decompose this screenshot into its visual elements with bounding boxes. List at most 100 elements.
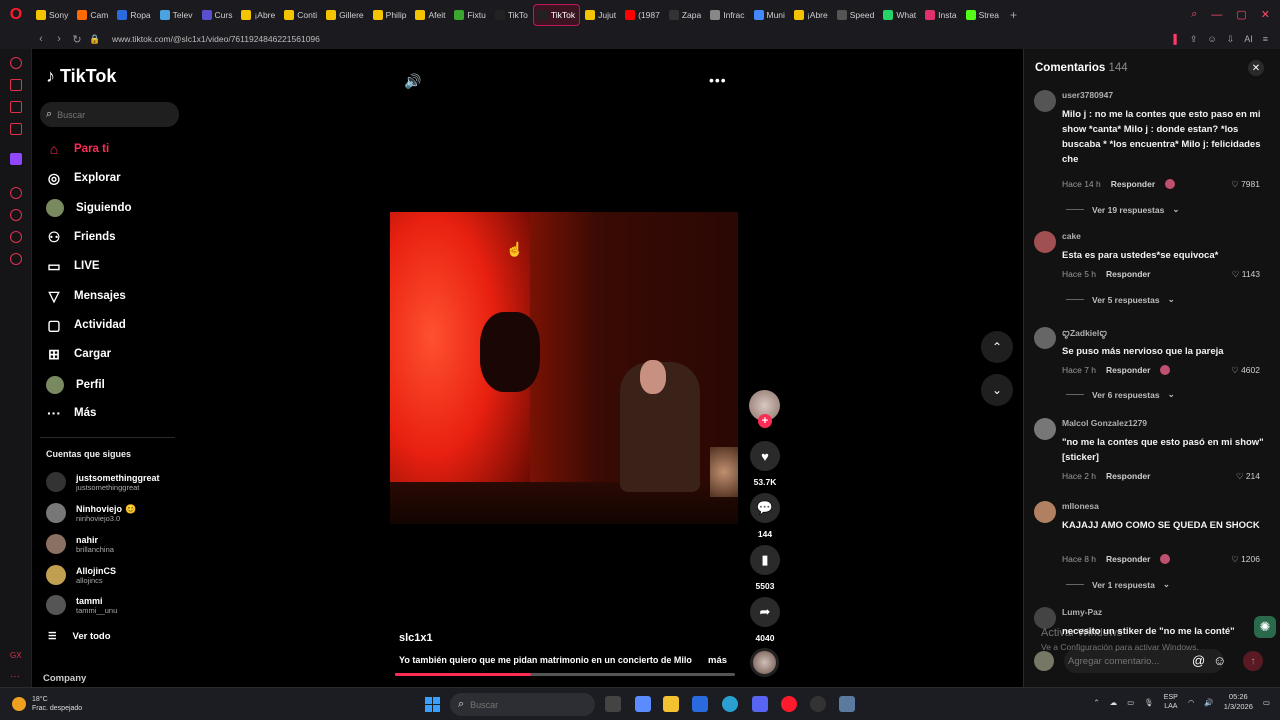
- settings-taskbar-icon[interactable]: [839, 696, 855, 712]
- follow-plus-icon[interactable]: +: [758, 414, 772, 428]
- volume-tray-icon[interactable]: 🔊: [1204, 698, 1213, 707]
- avatar[interactable]: [1034, 501, 1056, 523]
- browser-tab[interactable]: ¡Abre: [237, 4, 279, 26]
- bookmark-icon[interactable]: ▌: [1174, 34, 1180, 44]
- share-action[interactable]: ➦ 4040: [749, 597, 781, 643]
- browser-tab[interactable]: Afeit: [411, 4, 449, 26]
- app-icon[interactable]: [810, 696, 826, 712]
- windows-start-icon[interactable]: [425, 697, 440, 712]
- video-author[interactable]: slc1x1: [399, 632, 433, 644]
- sidebar-more-icon[interactable]: ···: [10, 671, 20, 682]
- save-action[interactable]: ▮ 5503: [749, 545, 781, 591]
- comment-input[interactable]: [1068, 655, 1188, 667]
- send-comment-button[interactable]: ↑: [1243, 651, 1263, 671]
- nav-item-más[interactable]: ··· Más: [46, 405, 96, 421]
- comment-like[interactable]: ♡ 7981: [1231, 179, 1260, 190]
- forward-button[interactable]: ›: [50, 33, 68, 45]
- sidebar-mail-icon[interactable]: [10, 101, 22, 113]
- comment-username[interactable]: Malcol Gonzalez1279: [1062, 418, 1147, 428]
- view-replies-button[interactable]: Ver 5 respuestas ⌄: [1066, 294, 1175, 305]
- copilot-icon[interactable]: [635, 696, 651, 712]
- reply-button[interactable]: Responder: [1106, 269, 1150, 279]
- volume-icon[interactable]: 🔊: [404, 73, 421, 90]
- opera-menu-icon[interactable]: O: [0, 0, 32, 29]
- emoji-icon[interactable]: ☺: [1213, 653, 1226, 668]
- browser-tab[interactable]: Insta: [921, 4, 960, 26]
- network-icon[interactable]: ▭: [1127, 698, 1134, 707]
- avatar[interactable]: [1034, 90, 1056, 112]
- comment-username[interactable]: Lumy-Paz: [1062, 607, 1102, 617]
- nav-item-actividad[interactable]: ▢ Actividad: [46, 317, 125, 333]
- comment-username[interactable]: mllonesa: [1062, 501, 1099, 511]
- mic-icon[interactable]: 🎙: [1144, 698, 1154, 707]
- nav-item-cargar[interactable]: ⊞ Cargar: [46, 346, 111, 362]
- share-icon[interactable]: ⇪: [1190, 34, 1198, 45]
- browser-menu-icon[interactable]: ≡: [1263, 34, 1268, 44]
- edge-icon[interactable]: [722, 696, 738, 712]
- share-arrow-icon[interactable]: ➦: [750, 597, 780, 627]
- taskbar-search-input[interactable]: [470, 699, 541, 710]
- browser-tab[interactable]: What: [879, 4, 920, 26]
- comment-username[interactable]: ꨄZadkielꨄ: [1062, 327, 1107, 339]
- language-indicator[interactable]: ESP LAA: [1164, 693, 1178, 711]
- browser-tab[interactable]: Curs: [198, 4, 237, 26]
- twitch-icon[interactable]: [10, 153, 22, 165]
- notifications-icon[interactable]: ▭: [1263, 698, 1270, 707]
- mention-icon[interactable]: @: [1192, 653, 1205, 668]
- video-progress-bar[interactable]: [395, 673, 735, 676]
- minimize-button[interactable]: —: [1211, 9, 1222, 21]
- reply-button[interactable]: Responder: [1111, 179, 1155, 189]
- clock[interactable]: 05:26 1/3/2026: [1224, 692, 1253, 712]
- view-replies-button[interactable]: Ver 1 respuesta ⌄: [1066, 579, 1170, 590]
- browser-tab[interactable]: (1987: [621, 4, 664, 26]
- sidebar-news-icon[interactable]: [10, 123, 22, 135]
- comment-like[interactable]: ♡ 1206: [1231, 554, 1260, 565]
- caption-more-button[interactable]: más: [708, 655, 727, 666]
- browser-tab[interactable]: Cam: [73, 4, 112, 26]
- heart-icon[interactable]: ♥: [750, 441, 780, 471]
- more-options-icon[interactable]: •••: [709, 72, 727, 88]
- gx-icon[interactable]: GX: [10, 651, 22, 660]
- avatar[interactable]: [1034, 418, 1056, 440]
- browser-tab[interactable]: Ropa: [113, 4, 154, 26]
- reply-button[interactable]: Responder: [1106, 554, 1150, 564]
- avatar[interactable]: [1034, 231, 1056, 253]
- browser-tab[interactable]: Zapa: [665, 4, 705, 26]
- bookmark-icon[interactable]: ▮: [750, 545, 780, 575]
- tray-chevron-icon[interactable]: ⌃: [1093, 698, 1099, 707]
- video-player[interactable]: [390, 212, 738, 524]
- following-account[interactable]: Ninhoviejo 😊 ninhoviejo3.0: [46, 503, 136, 523]
- nav-item-siguiendo[interactable]: ● Siguiendo: [46, 199, 132, 217]
- wifi-icon[interactable]: ◠: [1188, 698, 1195, 707]
- discord-icon[interactable]: [752, 696, 768, 712]
- browser-tab[interactable]: Infrac: [706, 4, 748, 26]
- opera-gx-taskbar-icon[interactable]: [781, 696, 797, 712]
- task-view-icon[interactable]: [605, 696, 621, 712]
- search-box[interactable]: ⌕: [40, 102, 179, 127]
- following-account[interactable]: AllojinCS allojincs: [46, 565, 119, 585]
- store-icon[interactable]: [692, 696, 708, 712]
- maximize-button[interactable]: ▢: [1236, 8, 1246, 21]
- tiktok-logo[interactable]: ♪ TikTok: [46, 66, 116, 87]
- browser-tab[interactable]: TikTok: [532, 3, 581, 26]
- comment-bubble-icon[interactable]: 💬: [750, 493, 780, 523]
- back-button[interactable]: ‹: [32, 33, 50, 45]
- avatar[interactable]: [1034, 327, 1056, 349]
- browser-tab[interactable]: Telev: [156, 4, 197, 26]
- previous-video-button[interactable]: ⌃: [981, 331, 1013, 363]
- see-all-button[interactable]: ☰ Ver todo: [48, 631, 111, 642]
- nav-item-live[interactable]: ▭ LIVE: [46, 258, 99, 274]
- comment-like[interactable]: ♡ 214: [1236, 471, 1260, 482]
- comment-like[interactable]: ♡ 4602: [1231, 365, 1260, 376]
- account-icon[interactable]: ☺: [1207, 34, 1216, 44]
- browser-tab[interactable]: Strea: [962, 4, 1003, 26]
- browser-tab[interactable]: Muni: [750, 4, 789, 26]
- browser-tab[interactable]: Speed: [833, 4, 879, 26]
- browser-tab[interactable]: Philip: [369, 4, 411, 26]
- close-comments-button[interactable]: ✕: [1248, 60, 1264, 76]
- browser-tab[interactable]: Fixtu: [450, 4, 489, 26]
- weather-widget[interactable]: 18°C Frac. despejado: [12, 695, 82, 713]
- browser-tab[interactable]: TikTo: [491, 4, 532, 26]
- sidebar-pinboard-icon[interactable]: [10, 231, 22, 243]
- close-window-button[interactable]: ✕: [1261, 8, 1270, 21]
